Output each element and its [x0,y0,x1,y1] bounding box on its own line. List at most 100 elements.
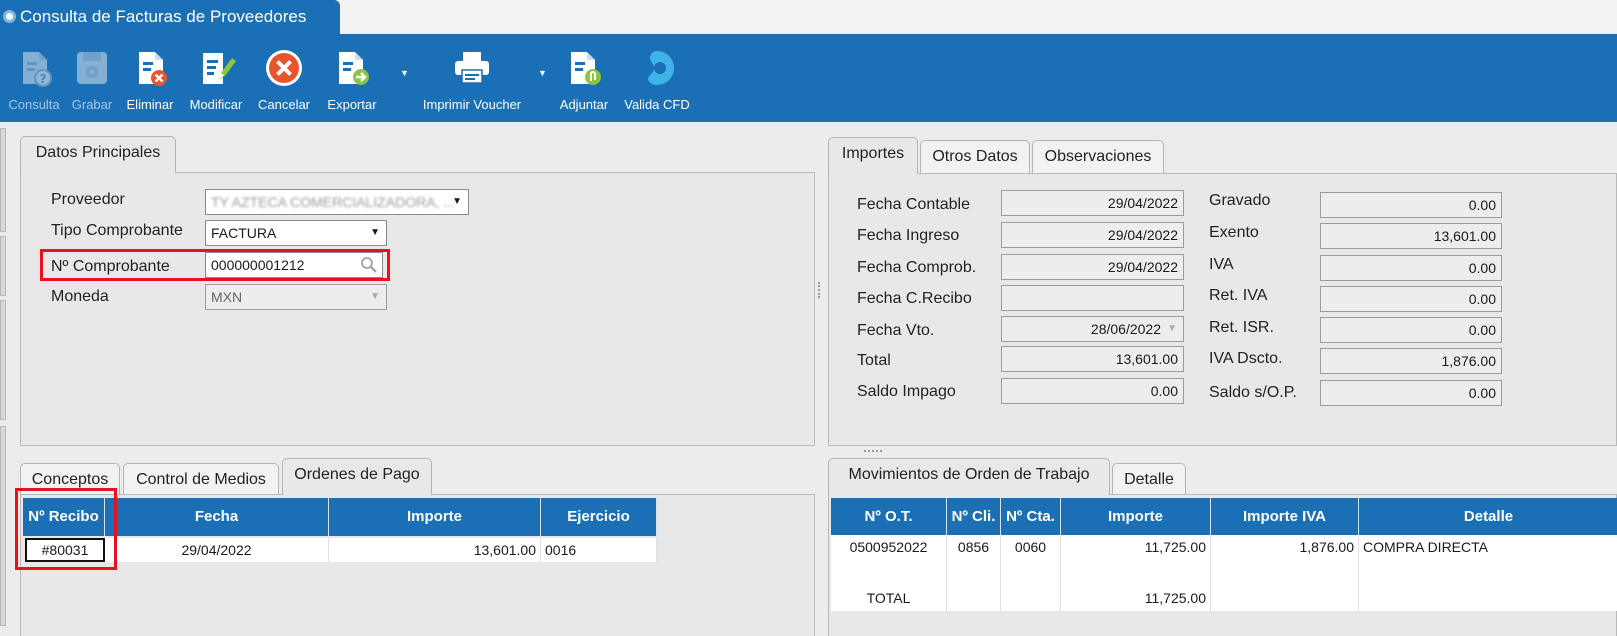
cancelar-button[interactable]: Cancelar [252,42,316,118]
fecha-vto-label: Fecha Vto. [857,322,935,339]
iva-value: 0.00 [1468,260,1496,276]
cell-ejercicio[interactable]: 0016 [541,538,657,562]
numero-comprobante-highlight [40,249,390,281]
col-header-numero-ot[interactable]: Nº O.T. [831,498,947,536]
side-tab[interactable] [0,300,6,420]
valida-cfd-button[interactable]: Valida CFD [616,42,698,118]
col-header-fecha-label: Fecha [194,508,239,525]
moneda-select[interactable]: MXN ▼ [205,284,387,310]
col-header-fecha[interactable]: Fecha [105,498,329,536]
attach-document-icon [571,52,601,85]
ret-isr-field[interactable]: 0.00 [1320,317,1502,343]
fecha-ingreso-label: Fecha Ingreso [857,227,960,244]
window-tab[interactable]: Consulta de Facturas de Proveedores [0,0,340,34]
col-header-importe[interactable]: Importe [1061,498,1211,536]
export-document-icon [339,52,369,85]
col-header-ejercicio[interactable]: Ejercicio [541,498,657,536]
consulta-label: Consulta [8,97,60,112]
gravado-value: 0.00 [1468,197,1496,213]
col-header-importe[interactable]: Importe [329,498,541,536]
tab-ordenes-de-pago[interactable]: Ordenes de Pago [282,458,432,495]
iva-dscto-label: IVA Dscto. [1209,350,1283,367]
proveedor-select[interactable]: TY AZTECA COMERCIALIZADORA, ... ▼ [205,189,469,215]
cell-fecha[interactable]: 29/04/2022 [105,538,329,562]
ret-isr-value: 0.00 [1468,322,1496,338]
tab-datos-principales[interactable]: Datos Principales [20,136,176,173]
exportar-label: Exportar [327,97,377,112]
side-tab[interactable] [0,128,6,232]
total-label: TOTAL [831,585,947,611]
side-tab[interactable] [0,426,6,626]
fecha-vto-field[interactable]: 28/06/2022 ▼ [1001,316,1184,342]
ordenes-de-pago-panel: Nº Recibo Fecha Importe Ejercicio #80031… [20,494,815,636]
cell-detalle[interactable]: COMPRA DIRECTA [1359,535,1617,559]
eliminar-button[interactable]: Eliminar [120,42,180,118]
edit-document-icon [203,53,236,84]
tab-observaciones[interactable]: Observaciones [1032,140,1164,174]
exento-field[interactable]: 13,601.00 [1320,223,1502,249]
exportar-dropdown-caret-icon[interactable]: ▼ [400,68,409,78]
tab-otros-datos[interactable]: Otros Datos [920,140,1030,174]
cell-importe[interactable]: 11,725.00 [1061,535,1211,559]
col-header-detalle-label: Detalle [1463,508,1514,525]
fecha-comprob-value: 29/04/2022 [1107,259,1178,275]
imprimir-voucher-button[interactable]: Imprimir Voucher [410,42,534,118]
side-tab[interactable] [0,236,6,296]
cell-numero-cta[interactable]: 0060 [1001,535,1061,559]
fecha-comprob-field[interactable]: 29/04/2022 [1001,254,1184,280]
col-header-numero-cli[interactable]: Nº Cli. [947,498,1001,536]
total-field[interactable]: 13,601.00 [1001,346,1184,372]
valida-cfd-label: Valida CFD [624,97,690,112]
col-header-importe-iva[interactable]: Importe IVA [1211,498,1359,536]
datos-principales-panel: Proveedor TY AZTECA COMERCIALIZADORA, ..… [20,172,815,446]
cell-importe[interactable]: 13,601.00 [329,538,541,562]
tab-otros-datos-label: Otros Datos [932,148,1018,165]
iva-dscto-field[interactable]: 1,876.00 [1320,348,1502,374]
horizontal-splitter-grip[interactable] [864,450,882,453]
tab-conceptos-label: Conceptos [31,471,109,488]
query-document-icon: ? [23,52,52,87]
tab-movimientos-orden-trabajo[interactable]: Movimientos de Orden de Trabajo [828,458,1110,495]
vertical-splitter-grip[interactable] [818,282,821,298]
fecha-ingreso-field[interactable]: 29/04/2022 [1001,222,1184,248]
tab-control-de-medios[interactable]: Control de Medios [123,463,279,497]
fecha-contable-field[interactable]: 29/04/2022 [1001,190,1184,216]
ret-iva-value: 0.00 [1468,291,1496,307]
cancelar-label: Cancelar [257,97,311,112]
eliminar-label: Eliminar [126,97,174,112]
cell-numero-cli[interactable]: 0856 [947,535,1001,559]
window-title: Consulta de Facturas de Proveedores [20,7,307,26]
imprimir-dropdown-caret-icon[interactable]: ▼ [538,68,547,78]
exportar-button[interactable]: Exportar [318,42,386,118]
grabar-label: Grabar [71,97,113,112]
modificar-button[interactable]: Modificar [182,42,250,118]
modificar-label: Modificar [189,97,243,112]
window-icon [3,10,16,23]
saldo-impago-field[interactable]: 0.00 [1001,378,1184,404]
tab-detalle-label: Detalle [1124,471,1174,488]
saldo-op-field[interactable]: 0.00 [1320,380,1502,406]
iva-field[interactable]: 0.00 [1320,255,1502,281]
tipo-comprobante-label: Tipo Comprobante [51,222,183,239]
adjuntar-button[interactable]: Adjuntar [552,42,616,118]
fecha-contable-value: 29/04/2022 [1107,195,1178,211]
fecha-contable-label: Fecha Contable [857,196,970,213]
col-header-numero-cta[interactable]: Nº Cta. [1001,498,1061,536]
title-bar: Consulta de Facturas de Proveedores [0,0,1617,34]
col-header-detalle[interactable]: Detalle [1359,498,1617,536]
tab-detalle[interactable]: Detalle [1112,463,1186,497]
consulta-button[interactable]: ? Consulta [4,42,64,118]
grabar-button[interactable]: Grabar [66,42,118,118]
ret-iva-label: Ret. IVA [1209,287,1268,304]
cell-importe-iva[interactable]: 1,876.00 [1211,535,1359,559]
fecha-c-recibo-field[interactable] [1001,285,1184,311]
col-header-importe-label: Importe [406,508,462,525]
cell-numero-ot[interactable]: 0500952022 [831,535,947,559]
chevron-down-icon: ▼ [452,196,462,207]
tab-importes[interactable]: Importes [828,137,918,174]
ret-iva-field[interactable]: 0.00 [1320,286,1502,312]
tipo-comprobante-select[interactable]: FACTURA ▼ [205,220,387,246]
gravado-field[interactable]: 0.00 [1320,192,1502,218]
col-header-numero-cli-label: Nº Cli. [951,508,996,525]
printer-icon [455,52,489,84]
